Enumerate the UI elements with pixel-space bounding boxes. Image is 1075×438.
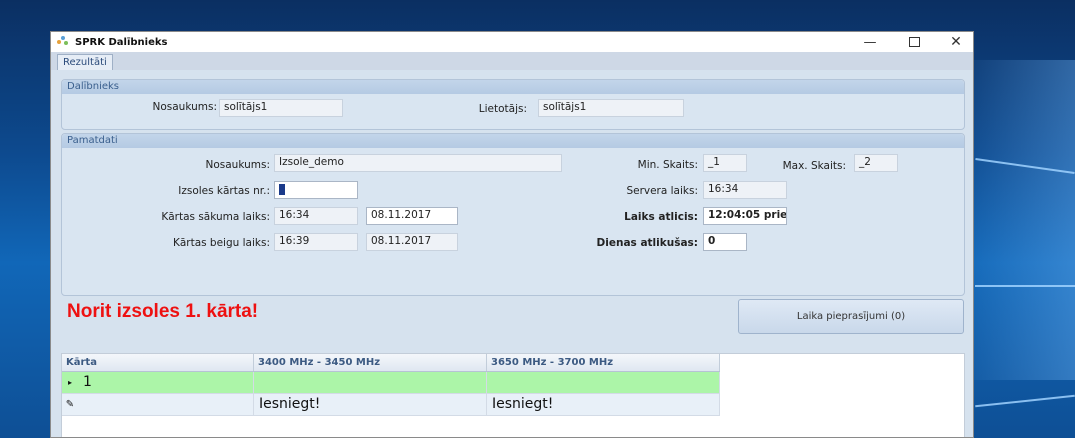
round-cell[interactable] — [78, 394, 254, 416]
maximize-button[interactable] — [897, 32, 931, 52]
app-window: SPRK Dalībnieks — ✕ Rezultāti Dalībnieks… — [50, 31, 974, 438]
round-start-date-field[interactable]: 08.11.2017 — [366, 207, 458, 225]
time-remaining-field[interactable]: 12:04:05 prie — [703, 207, 787, 225]
participant-name-field[interactable]: solītājs1 — [219, 99, 343, 117]
participant-group-header: Dalībnieks — [62, 80, 964, 94]
round-cell[interactable]: 1 — [78, 372, 254, 394]
round-number-label: Izsoles kārtas nr.: — [178, 185, 270, 197]
window-title: SPRK Dalībnieks — [75, 36, 168, 48]
days-remaining-label: Dienas atlikušas: — [596, 237, 698, 249]
round-end-time-field[interactable]: 16:39 — [274, 233, 358, 251]
basic-data-group: Pamatdati Nosaukums: Izsole_demo Izsoles… — [61, 133, 965, 296]
maximize-icon — [908, 37, 920, 47]
days-remaining-field[interactable]: 0 — [703, 233, 747, 251]
edit-pencil-icon[interactable]: ✎ — [62, 394, 78, 416]
round-status-message: Norit izsoles 1. kārta! — [67, 301, 259, 322]
grid-header: Kārta 3400 MHz - 3450 MHz 3650 MHz - 370… — [62, 354, 720, 372]
participant-user-label: Lietotājs: — [478, 103, 527, 115]
light-streak — [975, 394, 1075, 408]
light-streak — [975, 285, 1075, 287]
table-row[interactable]: ▸ 1 — [62, 372, 720, 394]
participant-name-label: Nosaukums: — [152, 101, 218, 113]
submit-band-2-button[interactable]: Iesniegt! — [487, 394, 720, 416]
close-button[interactable]: ✕ — [939, 32, 973, 52]
round-start-label: Kārtas sākuma laiks: — [161, 211, 270, 223]
auction-name-field[interactable]: Izsole_demo — [274, 154, 562, 172]
max-count-field[interactable]: _2 — [854, 154, 898, 172]
results-grid: Kārta 3400 MHz - 3450 MHz 3650 MHz - 370… — [61, 353, 965, 437]
tab-rezultati[interactable]: Rezultāti — [57, 54, 113, 70]
column-header-band-2[interactable]: 3650 MHz - 3700 MHz — [487, 354, 720, 371]
basic-data-group-header: Pamatdati — [62, 134, 964, 148]
main-content: Dalībnieks Nosaukums: solītājs1 Lietotāj… — [51, 70, 973, 437]
row-selector-icon[interactable]: ▸ — [62, 372, 78, 394]
time-remaining-label: Laiks atlicis: — [624, 211, 698, 223]
min-count-label: Min. Skaits: — [637, 159, 698, 171]
minimize-button[interactable]: — — [853, 32, 887, 52]
auction-name-label: Nosaukums: — [205, 159, 271, 171]
title-bar: SPRK Dalībnieks — ✕ — [51, 32, 973, 52]
submit-band-1-button[interactable]: Iesniegt! — [254, 394, 487, 416]
server-time-field[interactable]: 16:34 — [703, 181, 787, 199]
min-count-field[interactable]: _1 — [703, 154, 747, 172]
round-end-label: Kārtas beigu laiks: — [172, 237, 270, 249]
text-cursor — [279, 183, 285, 195]
time-requests-button[interactable]: Laika pieprasījumi (0) — [738, 299, 964, 334]
round-end-date-field[interactable]: 08.11.2017 — [366, 233, 458, 251]
band-1-cell[interactable] — [254, 372, 487, 394]
band-2-cell[interactable] — [487, 372, 720, 394]
column-header-band-1[interactable]: 3400 MHz - 3450 MHz — [254, 354, 487, 371]
round-number-input[interactable]: 1 — [274, 181, 358, 199]
server-time-label: Servera laiks: — [626, 185, 698, 197]
participant-user-field[interactable]: solītājs1 — [538, 99, 684, 117]
max-count-label: Max. Skaits: — [782, 160, 846, 172]
column-header-round[interactable]: Kārta — [62, 354, 254, 371]
tab-strip: Rezultāti — [51, 52, 973, 71]
app-icon — [57, 36, 69, 48]
table-row[interactable]: ✎ Iesniegt! Iesniegt! — [62, 394, 720, 416]
participant-group: Dalībnieks Nosaukums: solītājs1 Lietotāj… — [61, 79, 965, 130]
round-start-time-field[interactable]: 16:34 — [274, 207, 358, 225]
